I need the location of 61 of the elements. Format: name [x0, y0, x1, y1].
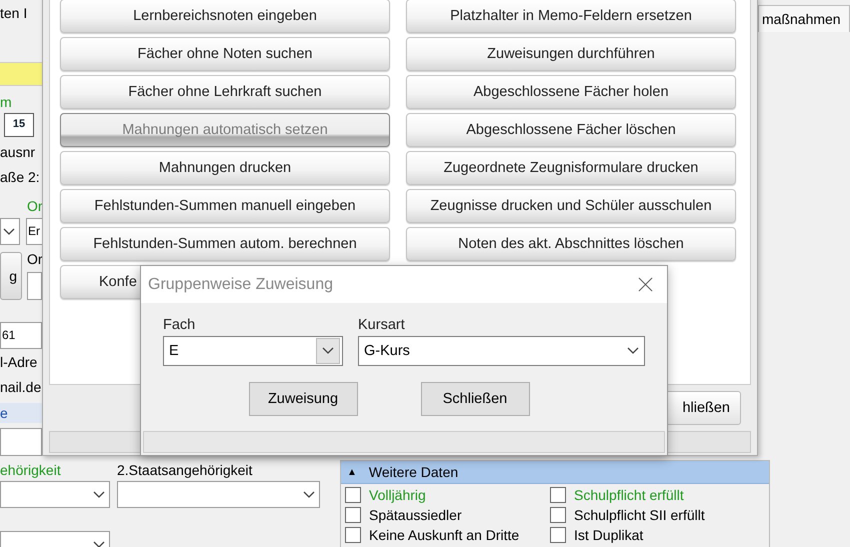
checkbox-label: Volljährig [369, 487, 426, 503]
action-button[interactable]: Platzhalter in Memo-Feldern ersetzen [406, 0, 736, 33]
action-button[interactable]: Zeugnisse drucken und Schüler ausschulen [406, 189, 736, 223]
action-button[interactable]: Noten des akt. Abschnittes löschen [406, 227, 736, 261]
action-button[interactable]: Fächer ohne Lehrkraft suchen [60, 75, 390, 109]
dropdown[interactable] [0, 218, 20, 245]
section-header: e [0, 403, 42, 423]
checkbox-label: Schulpflicht erfüllt [574, 487, 684, 503]
input-field[interactable] [27, 272, 42, 300]
text-label: nail.de [0, 378, 42, 397]
highlight-bar [0, 62, 42, 86]
dialog-button[interactable]: Zuweisung [248, 382, 358, 416]
close-icon[interactable] [638, 277, 653, 292]
chevron-down-icon [627, 347, 639, 355]
chevron-down-icon [93, 490, 105, 498]
checkbox[interactable] [345, 527, 361, 543]
field-label: Fach [163, 317, 196, 333]
dialog-button[interactable]: Schließen [420, 382, 530, 416]
tab[interactable]: maßnahmen [758, 5, 850, 32]
toggle-icon[interactable]: ▲ [347, 466, 357, 478]
field-label: Kursart [358, 317, 406, 333]
text-label: aße 2: [0, 168, 41, 187]
checkbox[interactable] [345, 487, 361, 503]
checkbox[interactable] [550, 487, 566, 503]
text-label: ausnr [0, 143, 36, 162]
action-button[interactable]: Fächer ohne Noten suchen [60, 37, 390, 71]
action-button[interactable]: Zuweisungen durchführen [406, 37, 736, 71]
text-label: ten I [0, 4, 28, 23]
checkbox-label: Spätaussiedler [369, 507, 462, 523]
dropdown[interactable]: G-Kurs [358, 336, 645, 366]
action-button[interactable]: Fehlstunden-Summen manuell eingeben [60, 189, 390, 223]
action-button[interactable]: Zugeordnete Zeugnisformulare drucken [406, 151, 736, 185]
action-button[interactable]: Abgeschlossene Fächer löschen [406, 113, 736, 147]
button[interactable]: g [0, 252, 22, 300]
action-button[interactable]: Lernbereichsnoten eingeben [60, 0, 390, 33]
calendar-button[interactable]: 15 [4, 113, 34, 137]
checkbox-label: Keine Auskunft an Dritte [369, 527, 520, 543]
checkbox[interactable] [345, 507, 361, 523]
chevron-down-icon [93, 540, 105, 547]
chevron-down-icon [303, 490, 315, 498]
dropdown-button[interactable] [316, 338, 340, 364]
input-field[interactable]: Er [26, 218, 42, 245]
window-title: Gruppenweise Zuweisung [148, 276, 333, 294]
field-label: m [0, 93, 13, 110]
field-label: Or [27, 197, 42, 216]
text-label: l-Adre [0, 353, 38, 372]
checkbox[interactable] [550, 527, 566, 543]
field-label: 2.Staatsangehörigkeit [117, 461, 254, 479]
checkbox-label: Ist Duplikat [574, 527, 644, 543]
field-label: Or [27, 250, 42, 269]
action-button[interactable]: Fehlstunden-Summen autom. berechnen [60, 227, 390, 261]
input-field[interactable] [0, 428, 42, 456]
checkbox-label: Schulpflicht SII erfüllt [574, 507, 705, 523]
chevron-down-icon [3, 228, 15, 236]
input-field[interactable]: 61 [0, 322, 42, 349]
action-button[interactable]: Mahnungen drucken [60, 151, 390, 185]
panel-header[interactable]: ▲ Weitere Daten [341, 461, 769, 484]
checkbox[interactable] [550, 507, 566, 523]
action-button[interactable]: Abgeschlossene Fächer holen [406, 75, 736, 109]
chevron-down-icon [322, 347, 334, 355]
dropdown[interactable]: E [163, 336, 343, 366]
